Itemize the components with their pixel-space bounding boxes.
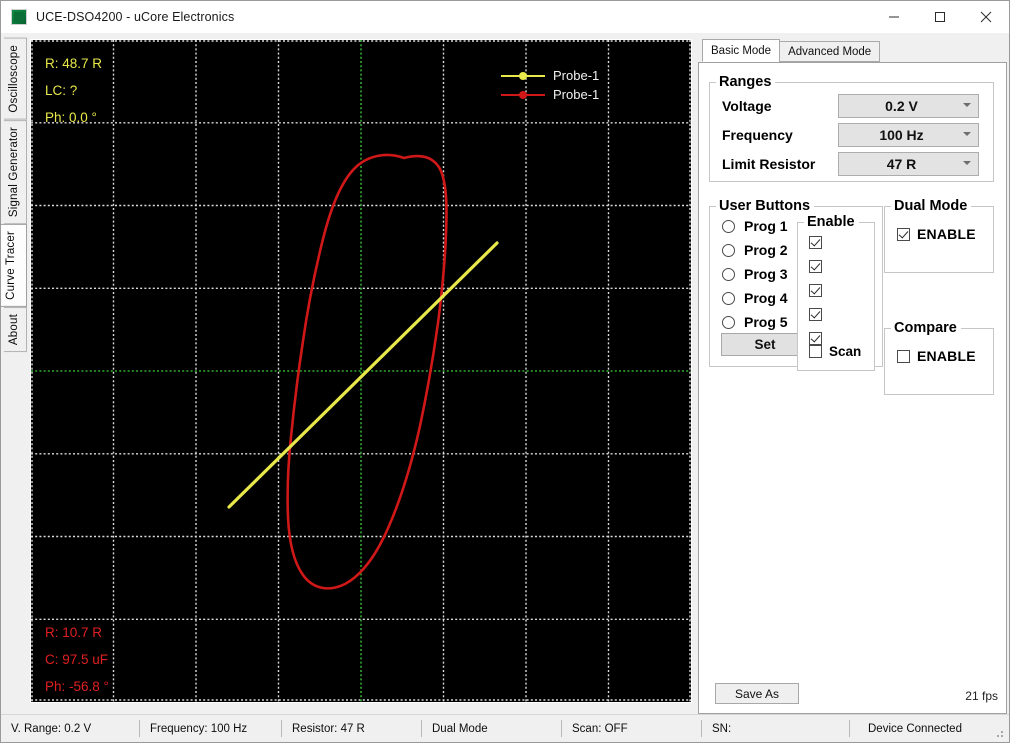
row-voltage: Voltage 0.2 V — [710, 93, 993, 119]
resize-grip-icon[interactable] — [993, 727, 1005, 739]
enable-row-prog-1[interactable] — [798, 230, 874, 254]
sidebar-item-about[interactable]: About — [4, 307, 27, 352]
scan-row[interactable]: Scan — [809, 344, 861, 359]
radio-prog-5[interactable] — [722, 316, 735, 329]
fps-indicator: 21 fps — [965, 689, 998, 703]
checkbox-enable-prog-2[interactable] — [809, 260, 822, 273]
checkbox-dual-mode-enable[interactable] — [897, 228, 910, 241]
label-prog-5: Prog 5 — [744, 314, 788, 330]
grid-lines — [31, 40, 691, 702]
group-dual-mode: Dual Mode ENABLE — [884, 198, 994, 273]
application-window: UCE-DSO4200 - uCore Electronics Oscillos… — [0, 0, 1010, 743]
row-limit-resistor: Limit Resistor 47 R — [710, 151, 993, 177]
group-dual-mode-title: Dual Mode — [891, 198, 971, 214]
status-frequency: Frequency: 100 Hz — [139, 720, 281, 737]
dropdown-limit-resistor-value: 47 R — [839, 156, 978, 172]
settings-panel: Basic Mode Advanced Mode Ranges Voltage … — [698, 39, 1007, 714]
enable-row-prog-4[interactable] — [798, 302, 874, 326]
legend-label-yellow: Probe-1 — [553, 68, 599, 83]
dual-mode-enable-row[interactable]: ENABLE — [885, 226, 993, 242]
sidebar-item-signal-generator[interactable]: Signal Generator — [4, 120, 27, 224]
maximize-icon[interactable] — [917, 1, 963, 32]
chevron-down-icon — [963, 161, 971, 165]
radio-prog-4[interactable] — [722, 292, 735, 305]
plot-canvas — [31, 40, 691, 702]
label-scan: Scan — [829, 344, 861, 359]
dropdown-voltage-value: 0.2 V — [839, 98, 978, 114]
sidebar-vertical-tabs: Oscilloscope Signal Generator Curve Trac… — [1, 33, 29, 714]
checkbox-enable-prog-1[interactable] — [809, 236, 822, 249]
status-scan: Scan: OFF — [561, 720, 701, 737]
group-enable-title: Enable — [804, 214, 859, 230]
main-body: Oscilloscope Signal Generator Curve Trac… — [1, 33, 1009, 714]
chevron-down-icon — [963, 132, 971, 136]
label-prog-2: Prog 2 — [744, 242, 788, 258]
group-ranges: Ranges Voltage 0.2 V Frequency 100 Hz — [709, 74, 994, 182]
sidebar-item-oscilloscope[interactable]: Oscilloscope — [4, 38, 27, 120]
dropdown-limit-resistor[interactable]: 47 R — [838, 152, 979, 176]
row-frequency: Frequency 100 Hz — [710, 122, 993, 148]
checkbox-enable-prog-3[interactable] — [809, 284, 822, 297]
radio-prog-1[interactable] — [722, 220, 735, 233]
enable-row-prog-3[interactable] — [798, 278, 874, 302]
legend-item-probe-yellow: Probe-1 — [501, 66, 599, 85]
dropdown-voltage[interactable]: 0.2 V — [838, 94, 979, 118]
radio-prog-3[interactable] — [722, 268, 735, 281]
label-frequency: Frequency — [710, 127, 838, 143]
label-voltage: Voltage — [710, 98, 838, 114]
legend-swatch-red — [501, 89, 545, 101]
curve-tracer-plot[interactable]: R: 48.7 R LC: ? Ph: 0.0 ° R: 10.7 R C: 9… — [30, 39, 692, 703]
status-bar: V. Range: 0.2 V Frequency: 100 Hz Resist… — [1, 714, 1009, 742]
status-device-connected: Device Connected — [849, 720, 999, 737]
tab-basic-mode[interactable]: Basic Mode — [702, 39, 780, 62]
label-prog-3: Prog 3 — [744, 266, 788, 282]
status-resistor: Resistor: 47 R — [281, 720, 421, 737]
group-compare-title: Compare — [891, 320, 961, 336]
group-compare: Compare ENABLE — [884, 320, 994, 395]
set-button[interactable]: Set — [721, 333, 809, 356]
legend-item-probe-red: Probe-1 — [501, 85, 599, 104]
dropdown-frequency[interactable]: 100 Hz — [838, 123, 979, 147]
label-prog-4: Prog 4 — [744, 290, 788, 306]
panel-tabstrip: Basic Mode Advanced Mode — [698, 39, 1007, 63]
window-title: UCE-DSO4200 - uCore Electronics — [36, 10, 234, 24]
tab-advanced-mode[interactable]: Advanced Mode — [779, 41, 880, 62]
probe-yellow-trace — [229, 243, 497, 507]
window-controls — [871, 1, 1009, 32]
plot-legend: Probe-1 Probe-1 — [501, 66, 599, 104]
checkbox-scan[interactable] — [809, 345, 822, 358]
checkbox-enable-prog-5[interactable] — [809, 332, 822, 345]
panel-basic-mode-page: Ranges Voltage 0.2 V Frequency 100 Hz — [698, 62, 1007, 714]
label-prog-1: Prog 1 — [744, 218, 788, 234]
compare-enable-row[interactable]: ENABLE — [885, 348, 993, 364]
group-user-buttons-title: User Buttons — [716, 198, 814, 214]
sidebar-item-curve-tracer[interactable]: Curve Tracer — [1, 224, 27, 307]
chevron-down-icon — [963, 103, 971, 107]
checkbox-enable-prog-4[interactable] — [809, 308, 822, 321]
legend-label-red: Probe-1 — [553, 87, 599, 102]
legend-swatch-yellow — [501, 70, 545, 82]
checkbox-compare-enable[interactable] — [897, 350, 910, 363]
label-dual-mode-enable: ENABLE — [917, 226, 976, 242]
status-serial-number: SN: — [701, 720, 849, 737]
app-icon — [11, 9, 27, 25]
status-dual-mode: Dual Mode — [421, 720, 561, 737]
status-voltage-range: V. Range: 0.2 V — [1, 720, 139, 737]
label-limit-resistor: Limit Resistor — [710, 156, 838, 172]
group-enable: Enable — [797, 214, 875, 371]
group-ranges-title: Ranges — [716, 74, 775, 90]
save-as-button[interactable]: Save As — [715, 683, 799, 704]
title-bar: UCE-DSO4200 - uCore Electronics — [1, 1, 1009, 33]
close-icon[interactable] — [963, 1, 1009, 32]
enable-row-prog-2[interactable] — [798, 254, 874, 278]
minimize-icon[interactable] — [871, 1, 917, 32]
center-axes — [31, 40, 691, 702]
dropdown-frequency-value: 100 Hz — [839, 127, 978, 143]
radio-prog-2[interactable] — [722, 244, 735, 257]
label-compare-enable: ENABLE — [917, 348, 976, 364]
plot-container: R: 48.7 R LC: ? Ph: 0.0 ° R: 10.7 R C: 9… — [30, 39, 698, 714]
